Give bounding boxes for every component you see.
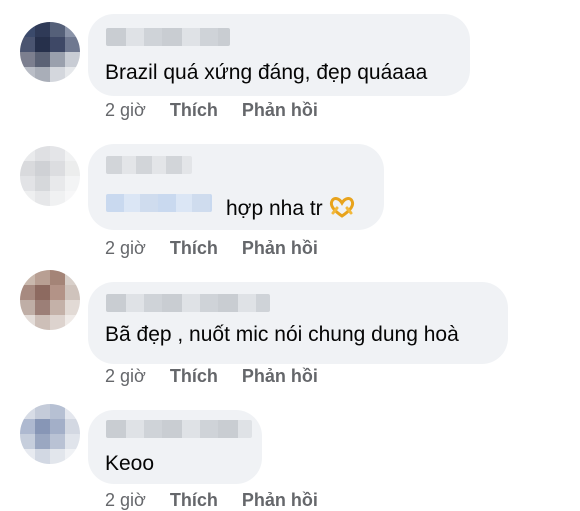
comment-meta: 2 giờ Thích Phản hồi — [105, 100, 318, 121]
comment-text: hợp nha tr — [226, 196, 355, 221]
comment-time[interactable]: 2 giờ — [105, 366, 146, 386]
reply-button[interactable]: Phản hồi — [242, 100, 318, 120]
avatar[interactable] — [20, 146, 80, 206]
reply-button[interactable]: Phản hồi — [242, 238, 318, 258]
comment-text: Brazil quá xứng đáng, đẹp quáaaa — [105, 61, 428, 84]
avatar[interactable] — [20, 270, 80, 330]
reply-button[interactable]: Phản hồi — [242, 490, 318, 510]
comment-bubble[interactable]: hợp nha tr — [88, 144, 384, 230]
like-button[interactable]: Thích — [170, 100, 218, 120]
avatar[interactable] — [20, 404, 80, 464]
comment-meta: 2 giờ Thích Phản hồi — [105, 238, 318, 259]
comment-meta: 2 giờ Thích Phản hồi — [105, 366, 318, 387]
comment-time[interactable]: 2 giờ — [105, 238, 146, 258]
like-button[interactable]: Thích — [170, 366, 218, 386]
author-name-blurred[interactable] — [106, 420, 252, 438]
author-name-blurred[interactable] — [106, 28, 230, 46]
comment-bubble[interactable]: Brazil quá xứng đáng, đẹp quáaaa — [88, 14, 470, 96]
comment-text-content: hợp nha tr — [226, 197, 323, 220]
comment-time[interactable]: 2 giờ — [105, 490, 146, 510]
comment-text: Keoo — [105, 452, 155, 475]
comment-bubble[interactable]: Bã đẹp , nuốt mic nói chung dung hoà — [88, 282, 508, 364]
author-name-blurred[interactable] — [106, 294, 270, 312]
comment-time[interactable]: 2 giờ — [105, 100, 146, 120]
comment-text: Bã đẹp , nuốt mic nói chung dung hoà — [105, 323, 459, 346]
comment-meta: 2 giờ Thích Phản hồi — [105, 490, 318, 511]
mention-blurred[interactable] — [106, 194, 212, 212]
avatar[interactable] — [20, 22, 80, 82]
like-button[interactable]: Thích — [170, 490, 218, 510]
heart-hands-icon — [329, 197, 354, 218]
reply-button[interactable]: Phản hồi — [242, 366, 318, 386]
like-button[interactable]: Thích — [170, 238, 218, 258]
comment-bubble[interactable]: Keoo — [88, 410, 262, 484]
author-name-blurred[interactable] — [106, 156, 192, 174]
